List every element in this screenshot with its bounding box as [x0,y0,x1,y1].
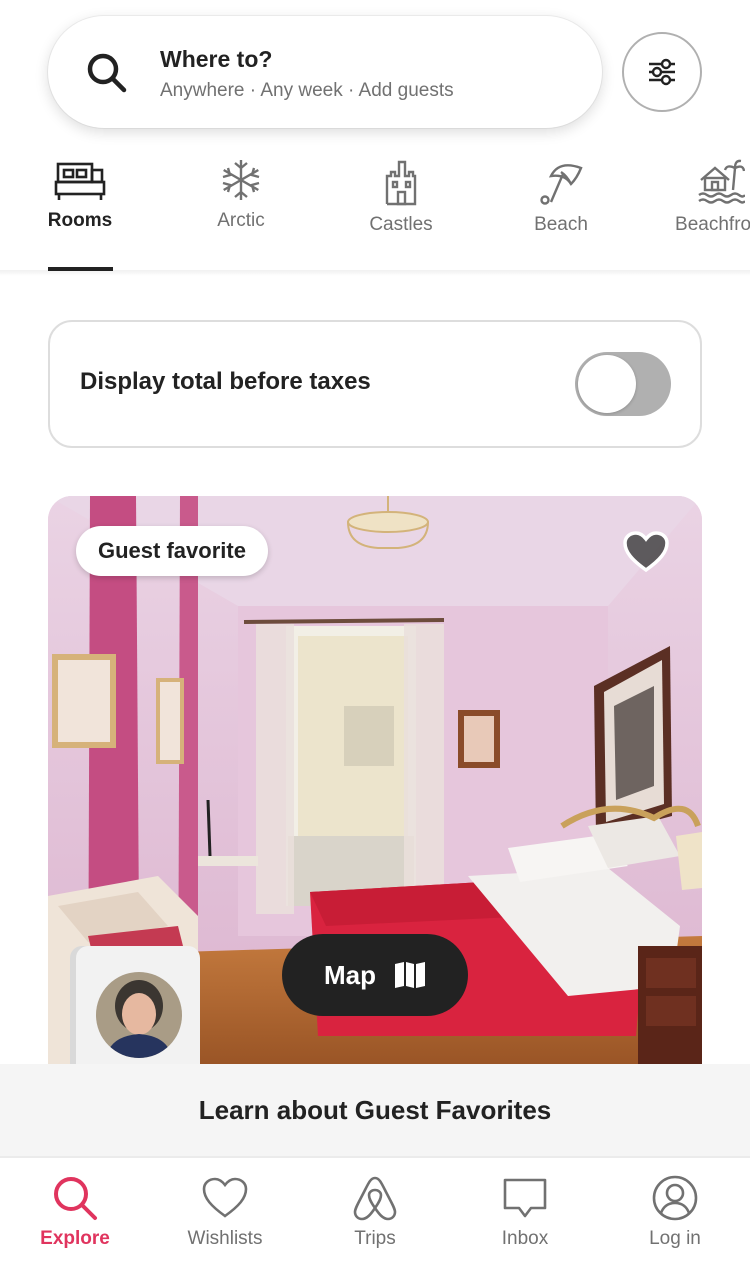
category-bar: Rooms Arctic Castles Beach Beachfro [0,150,750,272]
category-beachfront[interactable]: Beachfront [651,150,750,272]
search-bar[interactable]: Where to? Anywhere · Any week · Add gues… [48,16,602,128]
guest-favorite-badge: Guest favorite [76,526,268,576]
category-divider [0,270,750,276]
category-castles[interactable]: Castles [331,150,471,272]
search-subtitle: Anywhere · Any week · Add guests [160,80,454,101]
heart-outline-icon [202,1177,248,1218]
umbrella-icon [540,164,583,205]
tax-toggle-card: Display total before taxes [48,320,702,448]
beach-house-icon [698,159,745,204]
learn-guest-favorites-banner[interactable]: Learn about Guest Favorites [0,1064,750,1156]
bottom-nav: Explore Wishlists Trips Inbox Log in [0,1156,750,1270]
user-circle-icon [652,1175,698,1221]
snowflake-icon [222,160,260,200]
toggle-knob [578,355,636,413]
airbnb-logo-icon [353,1176,397,1221]
map-button[interactable]: Map [282,934,468,1016]
category-label: Arctic [217,210,265,231]
category-label: Beachfront [675,214,750,235]
message-icon [503,1178,547,1218]
map-icon [395,962,425,988]
filters-button[interactable] [622,32,702,112]
category-label: Castles [369,214,433,235]
category-rooms[interactable]: Rooms [10,150,150,272]
nav-label: Log in [649,1228,701,1249]
sliders-icon [649,58,675,86]
nav-explore[interactable]: Explore [0,1174,150,1250]
nav-wishlists[interactable]: Wishlists [150,1174,300,1250]
nav-label: Explore [40,1228,110,1249]
category-label: Beach [534,214,588,235]
heart-icon[interactable] [622,530,670,574]
host-card [76,946,200,1064]
bed-icon [54,162,106,200]
nav-inbox[interactable]: Inbox [450,1174,600,1250]
search-title: Where to? [160,46,273,72]
search-icon [87,53,127,93]
nav-label: Inbox [501,1228,549,1249]
host-avatar [96,972,182,1058]
castle-icon [385,160,417,206]
nav-label: Wishlists [187,1228,263,1249]
nav-label: Trips [354,1228,396,1249]
nav-log-in[interactable]: Log in [600,1174,750,1250]
tax-toggle-label: Display total before taxes [80,368,371,395]
tax-toggle-switch[interactable] [575,352,671,416]
category-arctic[interactable]: Arctic [171,150,311,272]
category-label: Rooms [47,210,113,231]
nav-trips[interactable]: Trips [300,1174,450,1250]
search-icon [54,1177,97,1220]
map-button-label: Map [324,959,376,990]
category-beach[interactable]: Beach [491,150,631,272]
